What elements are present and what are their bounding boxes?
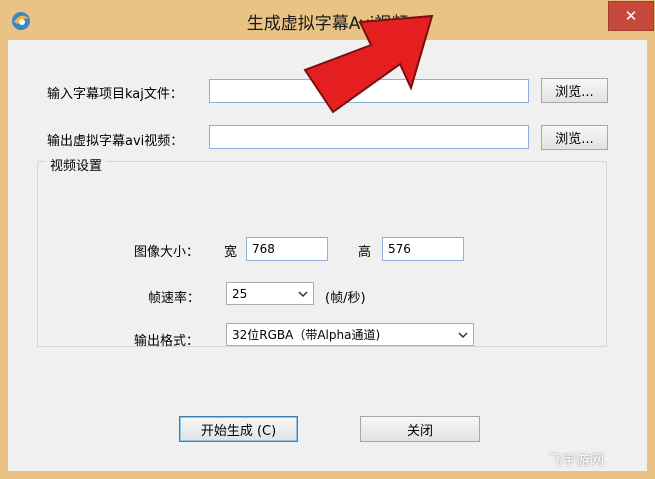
start-generate-button[interactable]: 开始生成 (C) bbox=[179, 416, 298, 442]
chevron-down-icon bbox=[458, 332, 468, 339]
window-title: 生成虚拟字幕Avi视频 bbox=[246, 14, 409, 34]
output-format-label: 输出格式： bbox=[134, 334, 200, 349]
fps-value: 25 bbox=[232, 286, 248, 301]
output-file-field[interactable] bbox=[209, 125, 529, 149]
width-label: 宽 bbox=[224, 245, 238, 260]
image-size-label: 图像大小： bbox=[134, 245, 200, 260]
output-format-select[interactable]: 32位RGBA（带Alpha通道) bbox=[226, 323, 474, 346]
title-bar[interactable]: 生成虚拟字幕Avi视频 ✕ bbox=[0, 0, 655, 40]
height-input[interactable] bbox=[382, 237, 464, 261]
watermark-text: 飞宇游网 bbox=[548, 453, 604, 469]
fps-select[interactable]: 25 bbox=[226, 282, 314, 305]
width-input[interactable] bbox=[246, 237, 328, 261]
video-settings-title: 视频设置 bbox=[46, 155, 107, 174]
output-file-label: 输出虚拟字幕avi视频： bbox=[47, 134, 184, 149]
fps-unit-label: (帧/秒) bbox=[325, 291, 366, 306]
close-icon: ✕ bbox=[624, 7, 638, 25]
close-dialog-button[interactable]: 关闭 bbox=[360, 416, 480, 442]
input-file-field[interactable] bbox=[209, 79, 529, 103]
window-frame: 生成虚拟字幕Avi视频 ✕ 输入字幕项目kaj文件： 浏览... 输出虚拟字幕a… bbox=[0, 0, 655, 479]
height-label: 高 bbox=[358, 245, 372, 260]
fps-label: 帧速率： bbox=[148, 291, 201, 306]
input-file-label: 输入字幕项目kaj文件： bbox=[47, 87, 183, 102]
chevron-down-icon bbox=[298, 291, 308, 298]
window-close-button[interactable]: ✕ bbox=[608, 1, 654, 31]
output-format-value: 32位RGBA（带Alpha通道) bbox=[232, 328, 381, 342]
output-browse-button[interactable]: 浏览... bbox=[541, 125, 608, 150]
input-browse-button[interactable]: 浏览... bbox=[541, 78, 608, 103]
